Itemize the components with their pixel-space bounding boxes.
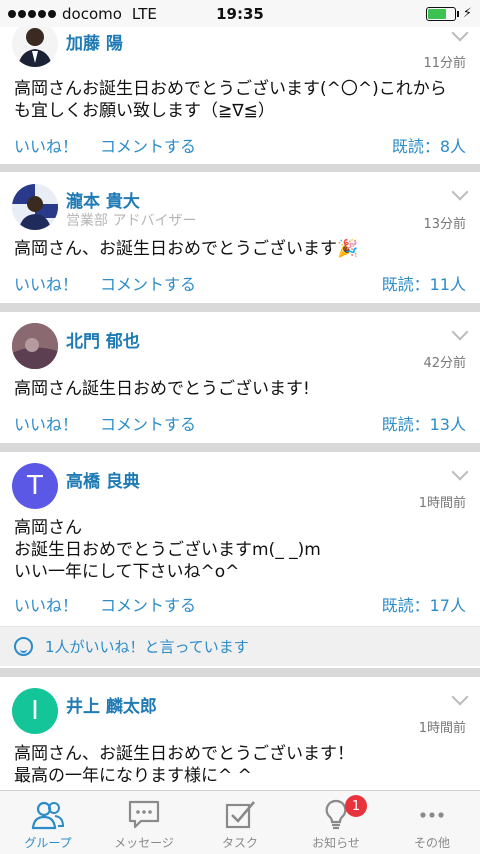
tab-group[interactable]: グループ — [0, 791, 96, 854]
post-body: 高岡さん、お誕生日おめでとうございます！ 最高の一年になります様に^ ^ — [14, 744, 354, 786]
tab-label: その他 — [413, 836, 450, 850]
post-time: 13分前 — [423, 217, 466, 232]
post-card: 北門 郁也 42分前 高岡さん誕生日おめでとうございます! いいね！ コメントす… — [0, 312, 480, 443]
like-button[interactable]: いいね！ — [14, 411, 78, 435]
battery-icon: ⚡ — [425, 6, 472, 21]
smile-icon — [14, 637, 33, 656]
post-time: 1時間前 — [418, 496, 466, 511]
like-button[interactable]: いいね！ — [14, 133, 78, 157]
post-body: 高岡さんお誕生日おめでとうございます(^〇^)これから も宜しくお願い致します（… — [14, 79, 447, 121]
post-actions: いいね！ コメントする 既読：17人 — [14, 592, 466, 616]
chevron-down-icon[interactable] — [451, 688, 469, 706]
group-icon — [31, 799, 65, 831]
more-icon — [415, 799, 449, 831]
comment-button[interactable]: コメントする — [100, 133, 196, 157]
post-actions: いいね！ コメントする 既読：8人 — [14, 133, 466, 157]
likes-summary[interactable]: 1人がいいね！と言っています — [0, 626, 480, 666]
comment-button[interactable]: コメントする — [100, 592, 196, 616]
tab-more[interactable]: その他 — [384, 791, 480, 854]
network-type: LTE — [131, 4, 157, 23]
tab-label: タスク — [221, 836, 258, 850]
avatar[interactable] — [12, 323, 58, 369]
notification-badge: 1 — [345, 795, 367, 817]
carrier-name: docomo — [62, 4, 122, 23]
task-icon — [223, 799, 257, 831]
tab-label: グループ — [24, 836, 72, 850]
tab-task[interactable]: タスク — [192, 791, 288, 854]
like-button[interactable]: いいね！ — [14, 592, 78, 616]
post-body: 高岡さん誕生日おめでとうございます! — [14, 379, 310, 399]
post-actions: いいね！ コメントする 既読：11人 — [14, 271, 466, 295]
tab-label: お知らせ — [312, 836, 360, 850]
read-count[interactable]: 既読：11人 — [382, 271, 466, 295]
author-name[interactable]: 高橋 良典 — [66, 467, 140, 492]
feed[interactable]: 加藤 陽 11分前 高岡さんお誕生日おめでとうございます(^〇^)これから も宜… — [0, 27, 480, 790]
post-card: T 高橋 良典 1時間前 高岡さん お誕生日おめでとうございますm(_ _)m … — [0, 452, 480, 668]
post-card: I 井上 麟太郎 1時間前 高岡さん、お誕生日おめでとうございます！ 最高の一年… — [0, 677, 480, 790]
tab-message[interactable]: メッセージ — [96, 791, 192, 854]
post-body: 高岡さん、お誕生日おめでとうございます🎉 — [14, 239, 359, 259]
read-count[interactable]: 既読：13人 — [382, 411, 466, 435]
chevron-down-icon[interactable] — [451, 27, 469, 42]
tab-bar: グループ メッセージ タスク 1 お知らせ その他 — [0, 790, 480, 854]
author-name[interactable]: 加藤 陽 — [66, 29, 123, 54]
signal-strength-icon — [8, 9, 56, 18]
tab-label: メッセージ — [114, 836, 174, 850]
post-actions: いいね！ コメントする 既読：13人 — [14, 411, 466, 435]
message-icon — [127, 799, 161, 831]
tab-notification[interactable]: 1 お知らせ — [288, 791, 384, 854]
chevron-down-icon[interactable] — [451, 323, 469, 341]
post-time: 42分前 — [423, 356, 466, 371]
avatar[interactable] — [12, 184, 58, 230]
author-name[interactable]: 井上 麟太郎 — [66, 692, 157, 717]
author-name[interactable]: 北門 郁也 — [66, 327, 140, 352]
avatar-initial: I — [31, 696, 39, 726]
author-department: 営業部 アドバイザー — [66, 213, 197, 229]
comment-button[interactable]: コメントする — [100, 411, 196, 435]
author-name[interactable]: 瀧本 貴大 — [66, 187, 140, 212]
like-button[interactable]: いいね！ — [14, 271, 78, 295]
read-count[interactable]: 既読：8人 — [392, 133, 466, 157]
avatar[interactable]: T — [12, 463, 58, 509]
post-card: 加藤 陽 11分前 高岡さんお誕生日おめでとうございます(^〇^)これから も宜… — [0, 27, 480, 164]
avatar-initial: T — [27, 471, 43, 501]
avatar[interactable] — [12, 27, 58, 67]
post-time: 1時間前 — [418, 721, 466, 736]
post-body: 高岡さん お誕生日おめでとうございますm(_ _)m いい一年にして下さいね^o… — [14, 518, 321, 582]
status-bar: docomo LTE 19:35 ⚡ — [0, 0, 480, 27]
comment-button[interactable]: コメントする — [100, 271, 196, 295]
charging-icon: ⚡ — [462, 6, 472, 21]
post-card: 瀧本 貴大 営業部 アドバイザー 13分前 高岡さん、お誕生日おめでとうございま… — [0, 172, 480, 303]
post-time: 11分前 — [423, 56, 466, 71]
read-count[interactable]: 既読：17人 — [382, 592, 466, 616]
chevron-down-icon[interactable] — [451, 183, 469, 201]
avatar[interactable]: I — [12, 688, 58, 734]
chevron-down-icon[interactable] — [451, 463, 469, 481]
likes-summary-text: 1人がいいね！と言っています — [45, 638, 249, 656]
